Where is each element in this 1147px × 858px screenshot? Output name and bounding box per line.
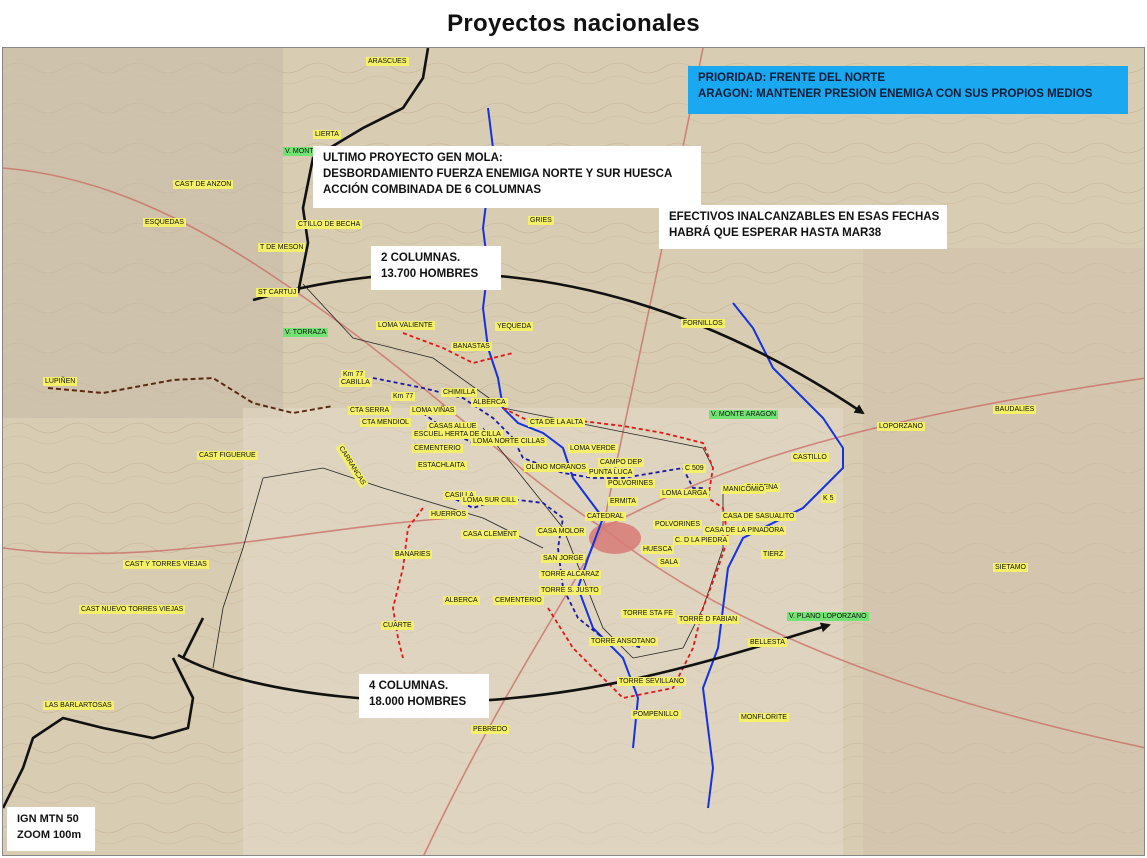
place-label: LAS BARLARTOSAS	[43, 701, 114, 710]
columns-south-line: 4 COLUMNAS.	[369, 680, 449, 692]
place-label: CUARTE	[381, 621, 414, 630]
place-label: Km 77	[391, 392, 416, 401]
place-label: TORRE SEVILLANO	[617, 677, 687, 686]
city-huesca	[589, 522, 641, 554]
place-label: TORRE ALCARAZ	[539, 570, 602, 579]
place-label: CASA DE SASUALITO	[721, 512, 797, 521]
priority-box: PRIORIDAD: FRENTE DEL NORTE ARAGON: MANT…	[688, 66, 1128, 114]
efectivos-line: EFECTIVOS INALCANZABLES EN ESAS FECHAS	[669, 211, 940, 223]
source-line: ZOOM 100m	[17, 829, 82, 841]
place-label: CASTILLO	[791, 453, 829, 462]
place-label: CAST NUEVO TORRES VIEJAS	[79, 605, 186, 614]
place-label: SALA	[658, 558, 680, 567]
columns-north-box: 2 COLUMNAS. 13.700 HOMBRES	[371, 246, 501, 290]
columns-north-line: 2 COLUMNAS.	[381, 252, 461, 264]
place-label: V. TORRAZA	[283, 328, 329, 337]
place-label: BANASTAS	[451, 342, 492, 351]
place-label: LOMA VERDE	[568, 444, 618, 453]
place-label: LOMA NORTE CILLAS	[471, 437, 547, 446]
place-label: TORRE ANSOTANO	[589, 637, 658, 646]
place-label: MONFLORITE	[739, 713, 789, 722]
place-label: HUERROS	[429, 510, 469, 519]
map-tile-nw	[3, 48, 283, 418]
place-label: V. MONT	[283, 147, 316, 156]
place-label: C. D LA PIEDRA	[673, 536, 730, 545]
place-label: LOPORZANO	[877, 422, 925, 431]
place-label: SAN JORGE	[541, 554, 586, 563]
priority-line: ARAGON: MANTENER PRESION ENEMIGA CON SUS…	[698, 88, 1093, 100]
columns-north-line: 13.700 HOMBRES	[381, 268, 479, 280]
source-box: IGN MTN 50 ZOOM 100m	[7, 807, 95, 851]
place-label: CASA MOLOR	[536, 527, 587, 536]
source-line: IGN MTN 50	[17, 813, 79, 825]
place-label: CAST DE ANZON	[173, 180, 234, 189]
place-label: ERMITA	[608, 497, 638, 506]
place-label: YEQUEDA	[495, 322, 534, 331]
place-label: LIERTA	[313, 130, 341, 139]
topographic-map[interactable]: ARASCUES LIERTA V. MONT CAST DE ANZON ES…	[2, 47, 1145, 856]
place-label: ESQUEDAS	[143, 218, 186, 227]
place-label: CABILLA	[339, 378, 372, 387]
place-label: CHIMILLA	[441, 388, 478, 397]
place-label: LOMA VIÑAS	[410, 406, 457, 415]
place-label: PUNTA LUCA	[587, 468, 635, 477]
place-label: LOMA SUR CILL	[461, 496, 518, 505]
place-label: BAUDALIES	[993, 405, 1037, 414]
place-label: CTA SERRA	[348, 406, 392, 415]
place-label: CAMPO DEP	[598, 458, 645, 467]
place-label: SIETAMO	[993, 563, 1028, 572]
place-label: TORRE D FABIAN	[677, 615, 740, 624]
place-label: TIERZ	[761, 550, 786, 559]
place-label: LUPIÑEN	[43, 377, 78, 386]
map-title: Proyectos nacionales	[447, 10, 700, 37]
place-label: CTA MENDIOL	[360, 418, 411, 427]
place-label: K 5	[821, 494, 836, 503]
place-label: OLINO MORANOS	[524, 463, 588, 472]
place-label: CASA CLEMENT	[461, 530, 520, 539]
place-label: GRIES	[528, 216, 554, 225]
place-label: POLVORINES	[606, 479, 655, 488]
mola-line: ULTIMO PROYECTO GEN MOLA:	[323, 152, 503, 164]
place-label: V. MONTE ARAGON	[709, 410, 779, 419]
place-label: ARASCUES	[366, 57, 409, 66]
place-label: CAST Y TORRES VIEJAS	[123, 560, 209, 569]
place-label: MANICOMIO	[721, 485, 767, 494]
efectivos-box: EFECTIVOS INALCANZABLES EN ESAS FECHAS H…	[659, 205, 947, 249]
mola-plan-box: ULTIMO PROYECTO GEN MOLA: DESBORDAMIENTO…	[313, 146, 701, 208]
priority-line: PRIORIDAD: FRENTE DEL NORTE	[698, 72, 885, 84]
place-label: ALBERCA	[443, 596, 480, 605]
place-label: BELLESTA	[748, 638, 787, 647]
place-label: HUESCA	[641, 545, 675, 554]
columns-south-line: 18.000 HOMBRES	[369, 696, 467, 708]
place-label: FORNILLOS	[681, 319, 725, 328]
place-label: ST CARTUJ	[256, 288, 299, 297]
place-label: LOMA LARGA	[660, 489, 710, 498]
place-label: CAST FIGUERUE	[197, 451, 258, 460]
columns-south-box: 4 COLUMNAS. 18.000 HOMBRES	[359, 674, 489, 718]
place-label: CATEDRAL	[585, 512, 626, 521]
place-label: LOMA VALIENTE	[376, 321, 435, 330]
place-label: CEMENTERIO	[493, 596, 544, 605]
place-label: CEMENTERIO	[412, 444, 463, 453]
place-label: ESTACHLAITA	[416, 461, 467, 470]
place-label: POLVORINES	[653, 520, 702, 529]
mola-line: DESBORDAMIENTO FUERZA ENEMIGA NORTE Y SU…	[323, 168, 673, 180]
place-label: CASA DE LA PINADORA	[703, 526, 786, 535]
place-label: TORRE S. JUSTO	[539, 586, 601, 595]
place-label: POMPENILLO	[631, 710, 681, 719]
place-label: C 509	[683, 464, 706, 473]
place-label: TORRE STA FE	[621, 609, 675, 618]
place-label: ALBERCA	[471, 398, 508, 407]
place-label: CTA DE LA ALTA	[528, 418, 585, 427]
place-label: CTILLO DE BECHA	[296, 220, 363, 229]
mola-line: ACCIÓN COMBINADA DE 6 COLUMNAS	[323, 184, 542, 196]
place-label: PEBREDO	[471, 725, 510, 734]
efectivos-line: HABRÁ QUE ESPERAR HASTA MAR38	[669, 227, 882, 239]
place-label: BANARIES	[393, 550, 433, 559]
place-label: T DE MESON	[258, 243, 306, 252]
place-label: V. PLANO LOPORZANO	[787, 612, 869, 621]
map-tile-center	[243, 408, 843, 855]
map-tile-east	[863, 248, 1144, 855]
